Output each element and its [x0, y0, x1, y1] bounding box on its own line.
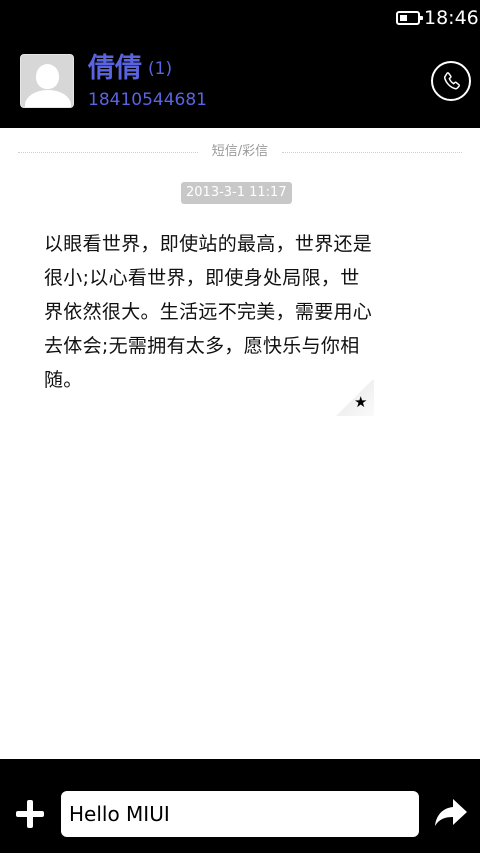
- contact-name[interactable]: 倩倩: [88, 52, 142, 86]
- message-count: (1): [148, 59, 173, 79]
- status-time: 18:46: [424, 7, 479, 29]
- message-type-label: 短信/彩信: [211, 144, 269, 159]
- divider-left: [18, 152, 198, 153]
- conversation-area[interactable]: 短信/彩信 2013-3-1 11:17 以眼看世界，即使站的最高，世界还是很小…: [0, 128, 480, 759]
- battery-icon: [396, 11, 423, 25]
- default-avatar-icon: [36, 64, 59, 89]
- status-bar: 18:46: [0, 0, 480, 36]
- message-timestamp: 2013-3-1 11:17: [181, 182, 292, 204]
- send-button[interactable]: [433, 797, 469, 829]
- conversation-header: 倩倩 (1) 18410544681: [0, 36, 480, 128]
- send-arrow-icon: [435, 799, 467, 826]
- composer-bar: [0, 759, 480, 853]
- contact-avatar[interactable]: [20, 54, 74, 108]
- star-icon[interactable]: ★: [354, 394, 367, 410]
- message-input[interactable]: [61, 791, 419, 837]
- add-attachment-button[interactable]: [14, 798, 46, 830]
- call-button[interactable]: [431, 61, 471, 101]
- message-bubble-text[interactable]: 以眼看世界，即使站的最高，世界还是很小;以心看世界，即使身处局限，世界依然很大。…: [44, 227, 374, 397]
- phone-icon: [444, 72, 460, 90]
- avatar-body-shape: [25, 90, 71, 107]
- divider-right: [282, 152, 462, 153]
- contact-phone[interactable]: 18410544681: [88, 89, 207, 111]
